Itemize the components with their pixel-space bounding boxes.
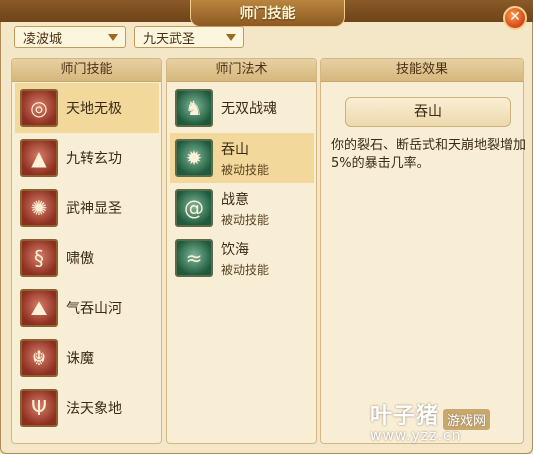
skill-item-label: 啸傲 — [66, 251, 94, 267]
spell-item-type: 被动技能 — [221, 262, 270, 277]
skill-item-label: 九转玄功 — [66, 151, 122, 167]
watermark-url: www.yzz.cn — [370, 428, 462, 444]
mountain-icon: ⛰ — [20, 289, 58, 327]
skill-item-jiuzhuanxuangong[interactable]: ▲ 九转玄功 — [15, 133, 159, 183]
skill-item-label: 诛魔 — [66, 351, 94, 367]
chevron-down-icon — [108, 34, 118, 41]
skill-item-xiaoao[interactable]: § 啸傲 — [15, 233, 159, 283]
window-title: 师门技能 — [190, 0, 345, 27]
burst-icon: ✺ — [20, 189, 58, 227]
spell-item-label: 战意 — [221, 191, 249, 208]
spell-item-yinhai[interactable]: ≈ 饮海 被动技能 — [170, 233, 314, 283]
close-button[interactable]: ✕ — [503, 6, 527, 30]
watermark-main: 叶子猪 — [370, 404, 440, 429]
sect-spells-panel: 师门法术 ♞ 无双战魂 ✹ 吞山 被动技能 @ 战意 被动技能 ≈ 饮海 被动技… — [166, 58, 317, 444]
sect-skills-panel: 师门技能 ◎ 天地无极 ▲ 九转玄功 ✺ 武神显圣 § 啸傲 ⛰ 气吞山河 ☬ … — [11, 58, 162, 444]
spell-item-label: 吞山 — [221, 141, 249, 158]
city-dropdown[interactable]: 凌波城 — [14, 26, 126, 48]
effect-skill-name: 吞山 — [345, 97, 511, 127]
skill-effect-header: 技能效果 — [321, 59, 523, 82]
spell-item-label: 饮海 — [221, 241, 249, 258]
spell-item-zhanyi[interactable]: @ 战意 被动技能 — [170, 183, 314, 233]
skill-item-qitunshanhe[interactable]: ⛰ 气吞山河 — [15, 283, 159, 333]
sect-spells-header: 师门法术 — [167, 59, 316, 82]
flame-pillar-icon: ▲ — [20, 139, 58, 177]
skill-item-label: 法天象地 — [66, 401, 122, 417]
skill-item-zhumo[interactable]: ☬ 诛魔 — [15, 333, 159, 383]
skill-item-label: 气吞山河 — [66, 301, 122, 317]
city-dropdown-value: 凌波城 — [23, 31, 63, 47]
chevron-down-icon — [226, 34, 236, 41]
effect-description: 你的裂石、断岳式和天崩地裂增加5%的暴击几率。 — [331, 138, 527, 171]
wave-icon: ≈ — [175, 239, 213, 277]
skill-effect-panel: 技能效果 吞山 你的裂石、断岳式和天崩地裂增加5%的暴击几率。 — [320, 58, 527, 444]
spell-item-label: 无双战魂 — [221, 101, 277, 117]
skill-item-tiandiwuji[interactable]: ◎ 天地无极 — [15, 83, 159, 133]
skill-item-label: 天地无极 — [66, 101, 122, 117]
warrior-spirit-icon: ♞ — [175, 89, 213, 127]
spell-item-tunshan[interactable]: ✹ 吞山 被动技能 — [170, 133, 314, 183]
vortex-icon: ◎ — [20, 89, 58, 127]
spike-burst-icon: ✹ — [175, 139, 213, 177]
spell-item-type: 被动技能 — [221, 212, 270, 227]
sect-skill-dropdown[interactable]: 九天武圣 — [134, 26, 244, 48]
swirl-icon: @ — [175, 189, 213, 227]
skill-item-label: 武神显圣 — [66, 201, 122, 217]
sect-skill-dropdown-value: 九天武圣 — [143, 31, 196, 47]
watermark-tag: 游戏网 — [443, 409, 491, 430]
dragon-icon: § — [20, 239, 58, 277]
watermark-logo: 叶子猪 游戏网 www.yzz.cn — [370, 398, 528, 450]
sect-skills-header: 师门技能 — [12, 59, 161, 82]
spell-item-type: 被动技能 — [221, 162, 270, 177]
skill-item-fatianxiangdi[interactable]: Ψ 法天象地 — [15, 383, 159, 433]
demon-icon: ☬ — [20, 339, 58, 377]
skill-item-wushenxiansheng[interactable]: ✺ 武神显圣 — [15, 183, 159, 233]
trident-icon: Ψ — [20, 389, 58, 427]
spell-item-wushuangzhanhun[interactable]: ♞ 无双战魂 — [170, 83, 314, 133]
